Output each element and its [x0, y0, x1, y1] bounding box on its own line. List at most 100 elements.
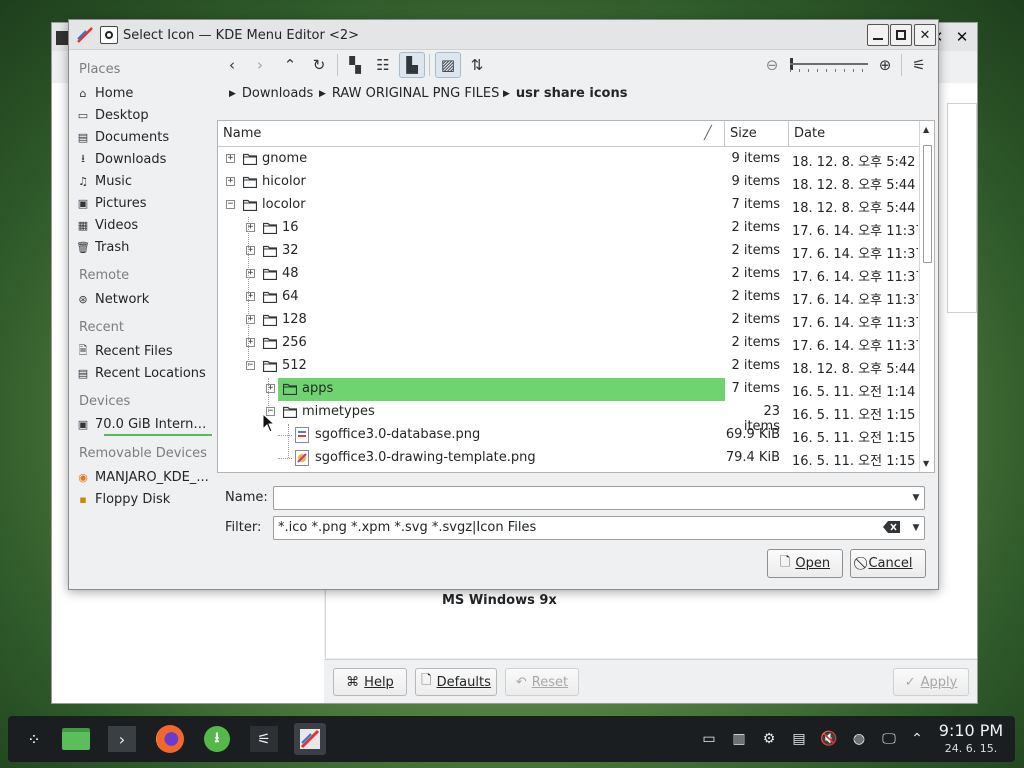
defaults-button[interactable]: 🗋 Defaults	[415, 668, 497, 696]
tree-scrollbar[interactable]: ▲ ▼	[919, 121, 934, 472]
compact-view-button[interactable]: ☷	[370, 52, 396, 78]
dialog-titlebar[interactable]: Select Icon — KDE Menu Editor <2> ✕	[69, 20, 938, 50]
folder-row[interactable]: +32 2 items 17. 6. 14. 오후 11:37	[218, 240, 918, 263]
tray-network-globe-icon[interactable]: ◍	[849, 729, 869, 749]
folder-row[interactable]: + apps 7 items 16. 5. 11. 오전 1:14	[218, 378, 917, 401]
folder-row[interactable]: − mimetypes 23 items 16. 5. 11. 오전 1:15	[218, 401, 917, 434]
breadcrumb-item-raw-png[interactable]: ▶ RAW ORIGINAL PNG FILES	[319, 86, 499, 101]
place-music[interactable]: ♫ Music	[77, 171, 212, 191]
tray-clipboard-icon[interactable]: ▥	[729, 729, 749, 749]
column-header-name[interactable]: Name ╱	[218, 121, 724, 147]
bg-app-icon	[56, 31, 68, 45]
place-desktop[interactable]: ▭ Desktop	[77, 105, 212, 125]
close-button[interactable]: ✕	[914, 24, 936, 46]
cancel-button[interactable]: ⃠Cancel	[850, 549, 926, 578]
forward-button[interactable]: ›	[247, 52, 273, 78]
tray-window-icon[interactable]: ▭	[699, 729, 719, 749]
place-home[interactable]: ⌂ Home	[77, 83, 212, 103]
place-pictures[interactable]: ▣ Pictures	[77, 193, 212, 213]
place-recent-locations[interactable]: ▤ Recent Locations	[77, 363, 212, 383]
tray-expand-icon[interactable]: ⌃	[907, 729, 927, 749]
file-row[interactable]: sgoffice3.0-drawing-template.png 79.4 KiB…	[218, 447, 917, 470]
zoom-in-button[interactable]: ⊕	[872, 52, 898, 78]
tray-display-icon[interactable]: 🖵	[879, 729, 899, 749]
help-icon: ⌘	[346, 674, 360, 690]
place-documents[interactable]: ▤ Documents	[77, 127, 212, 147]
folder-row[interactable]: +16 2 items 17. 6. 14. 오후 11:37	[218, 217, 918, 240]
task-terminal[interactable]: ›	[106, 723, 138, 755]
filter-field[interactable]: *.ico *.png *.xpm *.svg *.svgz|Icon File…	[273, 516, 925, 540]
scrollbar-thumb[interactable]	[923, 145, 932, 263]
clear-filter-icon[interactable]	[883, 520, 901, 534]
tray-notes-icon[interactable]: ▤	[789, 729, 809, 749]
place-network[interactable]: ⊛ Network	[77, 289, 212, 309]
folder-row[interactable]: + hicolor 9 items 18. 12. 8. 오후 5:44	[218, 171, 917, 194]
kde-menu-editor-app-icon	[75, 25, 95, 45]
folder-row[interactable]: − locolor 7 items 18. 12. 8. 오후 5:44	[218, 194, 917, 217]
breadcrumb-item-current[interactable]: ▶ usr share icons	[503, 86, 627, 101]
apply-button[interactable]: ✓ Apply	[893, 668, 969, 696]
filter-dropdown-icon[interactable]: ▼	[907, 516, 925, 540]
tray-connect-icon[interactable]: ⚙	[759, 729, 779, 749]
collapse-icon[interactable]: −	[226, 200, 235, 209]
preview-button[interactable]: ▨	[435, 52, 461, 78]
place-videos[interactable]: ▦ Videos	[77, 215, 212, 235]
file-tree-view[interactable]: Name ╱ Size Date + gnome 9 items 18. 12. 8. …	[217, 120, 935, 473]
place-recent-files[interactable]: 🗎 Recent Files	[77, 341, 212, 361]
back-button[interactable]: ‹	[219, 52, 245, 78]
expand-icon[interactable]: +	[226, 177, 235, 186]
expand-icon[interactable]: +	[226, 154, 235, 163]
pin-icon[interactable]	[100, 26, 118, 44]
sort-button[interactable]: ⇅	[464, 52, 490, 78]
place-internal-drive[interactable]: ▣ 70.0 GiB Interna...	[77, 414, 212, 436]
minimize-button[interactable]	[867, 24, 889, 46]
application-launcher-button[interactable]: ⁘	[18, 723, 50, 755]
folder-row[interactable]: +64 2 items 17. 6. 14. 오후 11:37	[218, 286, 918, 309]
folder-row[interactable]: +256 2 items 17. 6. 14. 오후 11:37	[218, 332, 918, 355]
clock-date[interactable]: 24. 6. 15.	[936, 742, 1006, 755]
icons-view-button[interactable]: ▚	[342, 52, 368, 78]
column-resize-icon: ╱	[704, 126, 712, 141]
reset-button[interactable]: ↶ Reset	[505, 668, 579, 696]
folder-row[interactable]: +48 2 items 17. 6. 14. 오후 11:37	[218, 263, 918, 286]
firefox-icon	[156, 725, 184, 753]
clock-time[interactable]: 9:10 PM	[936, 721, 1006, 740]
task-firefox[interactable]	[154, 723, 186, 755]
scroll-down-icon[interactable]: ▼	[923, 459, 929, 468]
file-row[interactable]: sgoffice3.0-database.png 69.9 KiB 16. 5. 1…	[218, 424, 917, 447]
reload-button[interactable]: ↻	[306, 52, 332, 78]
select-icon-dialog: Select Icon — KDE Menu Editor <2> ✕ Plac…	[68, 19, 939, 590]
volume-muted-icon[interactable]: 🔇	[819, 729, 839, 749]
breadcrumb-item-downloads[interactable]: ▶ Downloads	[229, 86, 313, 101]
place-downloads[interactable]: ⭳ Downloads	[77, 149, 212, 169]
task-downloader[interactable]: ⭳	[201, 723, 233, 755]
help-button[interactable]: ⌘ Help	[333, 668, 407, 696]
name-field[interactable]	[273, 486, 925, 510]
name-dropdown-icon[interactable]: ▼	[907, 486, 925, 510]
task-file-manager[interactable]	[60, 723, 92, 755]
folder-row[interactable]: −512 2 items 18. 12. 8. 오후 5:44	[218, 355, 917, 378]
detailed-tree-view-button[interactable]: ▙	[399, 52, 425, 78]
zoom-slider[interactable]	[790, 56, 868, 74]
column-header-date[interactable]: Date	[788, 121, 917, 147]
maximize-button[interactable]	[890, 24, 912, 46]
zoom-out-button[interactable]: ⊖	[759, 52, 785, 78]
place-floppy[interactable]: ▪ Floppy Disk	[77, 489, 212, 509]
toolbar-separator	[901, 54, 902, 76]
column-header-size[interactable]: Size	[724, 121, 788, 147]
place-trash[interactable]: 🗑 Trash	[77, 237, 212, 257]
bg-close-button[interactable]: ✕	[951, 26, 973, 48]
up-button[interactable]: ⌃	[277, 52, 303, 78]
open-button[interactable]: 🗋 Open	[767, 549, 843, 578]
scroll-up-icon[interactable]: ▲	[923, 125, 929, 134]
folder-row[interactable]: + gnome 9 items 18. 12. 8. 오후 5:42	[218, 148, 917, 171]
row-name: sgoffice3.0-drawing-template.png	[315, 450, 536, 465]
task-kde-menu-editor[interactable]	[294, 723, 326, 755]
settings-sliders-icon: ⚟	[250, 726, 278, 752]
folder-row[interactable]: +128 2 items 17. 6. 14. 오후 11:37	[218, 309, 918, 332]
place-manjaro[interactable]: ◉ MANJARO_KDE_...	[77, 467, 212, 487]
row-name: locolor	[262, 197, 306, 212]
options-button[interactable]: ⚟	[906, 52, 932, 78]
task-settings[interactable]: ⚟	[248, 723, 280, 755]
home-icon: ⌂	[79, 86, 87, 100]
